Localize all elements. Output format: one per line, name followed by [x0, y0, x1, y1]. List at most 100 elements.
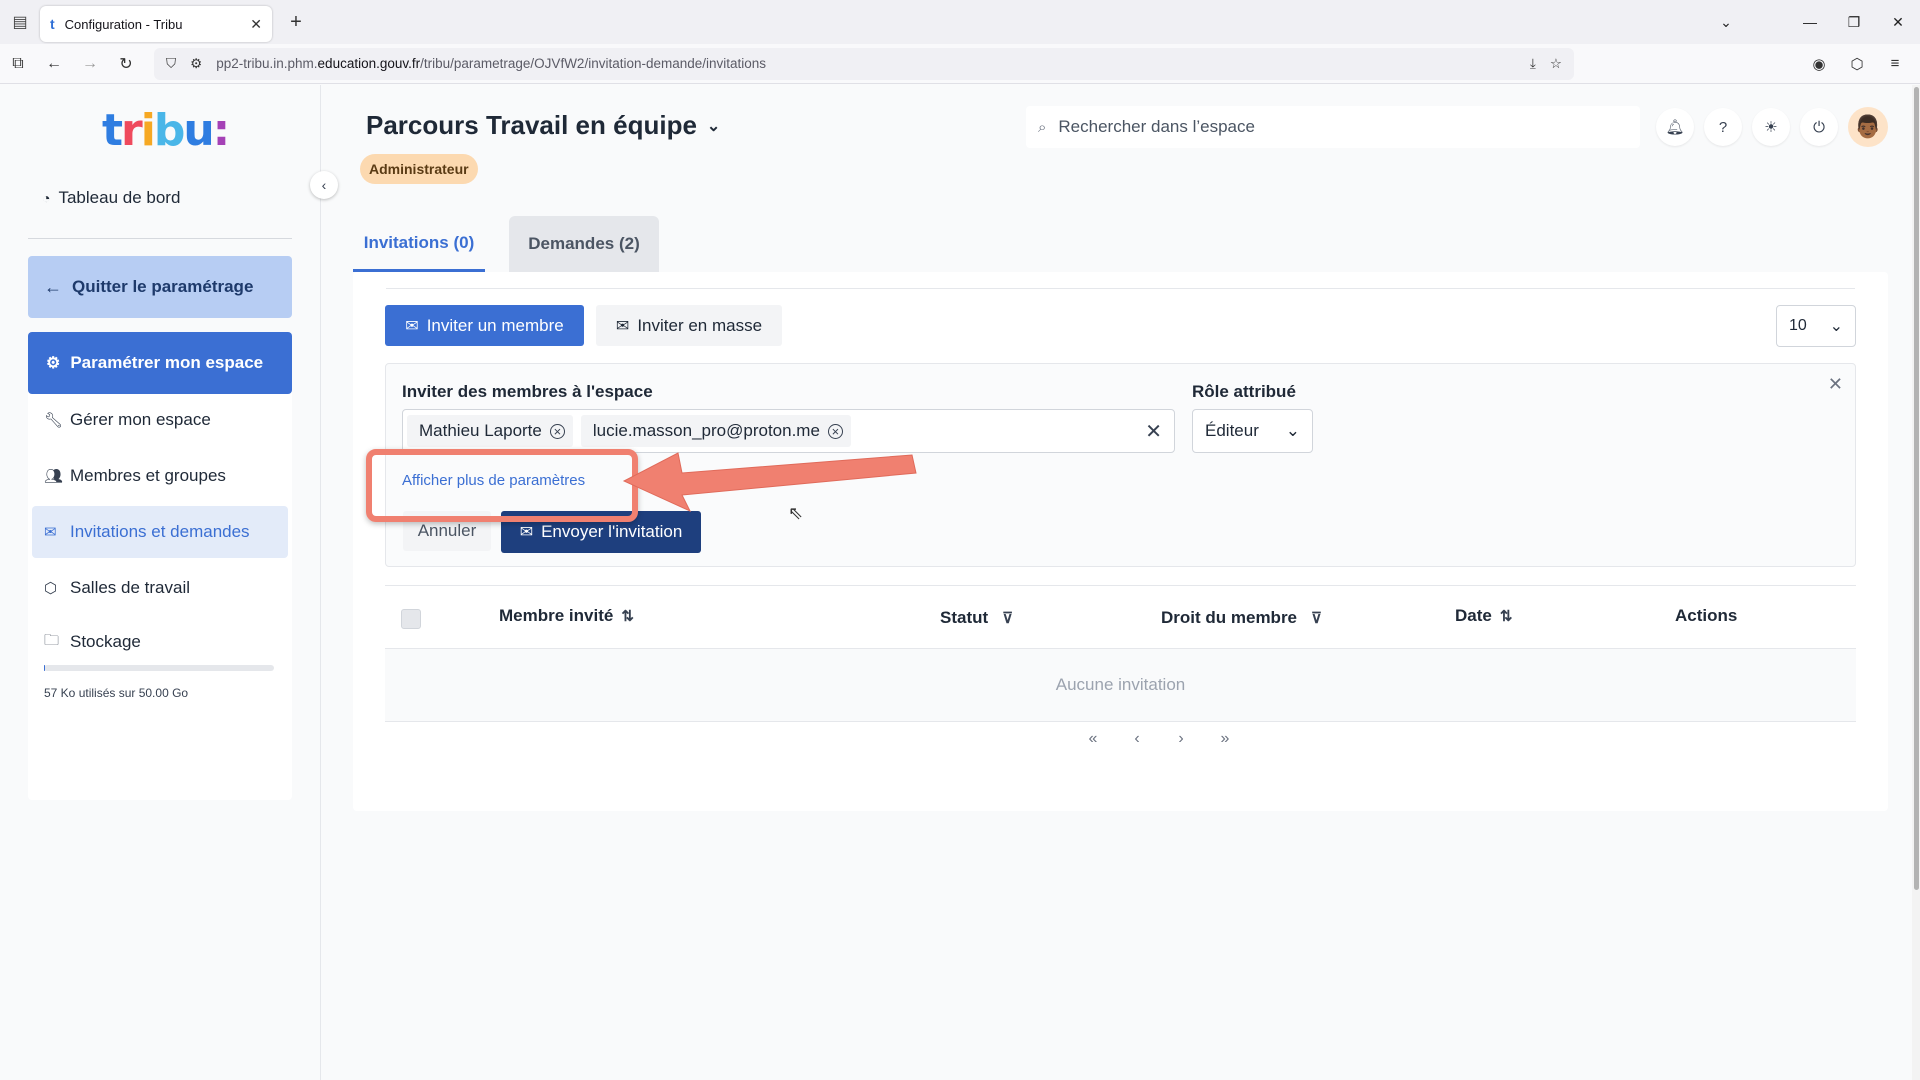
configure-space-button[interactable]: ⚙ Paramétrer mon espace [28, 332, 292, 394]
role-badge: Administrateur [360, 154, 478, 184]
close-window-icon[interactable]: ✕ [1876, 14, 1920, 31]
select-all-checkbox[interactable] [401, 609, 421, 629]
gear-icon: ⚙ [46, 355, 61, 372]
sidebar-item-members[interactable]: 👥︎ Membres et groupes [32, 450, 288, 502]
gauge-icon: ◔ [42, 190, 51, 206]
folder-icon: 🗀 [44, 631, 60, 649]
column-date[interactable]: Date ⇅ [1455, 606, 1512, 626]
clear-icon[interactable]: ✕ [1145, 419, 1162, 444]
remove-chip-icon[interactable]: × [827, 423, 843, 439]
sort-icon[interactable]: ⇅ [621, 607, 634, 625]
invite-member-button[interactable]: ✉ Inviter un membre [385, 305, 584, 346]
column-actions: Actions [1675, 606, 1737, 626]
theme-toggle-button[interactable]: ☀ [1752, 108, 1790, 146]
avatar[interactable]: 👨🏾 [1848, 107, 1888, 147]
quit-settings-button[interactable]: ← Quitter le paramétrage [28, 256, 292, 318]
wrench-icon: 🔧︎ [44, 412, 64, 429]
storage-usage-text: 57 Ko utilisés sur 50.00 Go [44, 686, 189, 700]
role-value: Éditeur [1205, 421, 1259, 440]
members-field-label: Inviter des membres à l'espace [402, 382, 653, 401]
tab-overflow-icon[interactable]: ⌄ [1704, 14, 1748, 31]
sidebar-item-manage-space[interactable]: 🔧︎ Gérer mon espace [32, 394, 288, 446]
column-label: Date [1455, 606, 1492, 625]
filter-icon[interactable]: ⊽ [1311, 609, 1322, 627]
search-input[interactable]: ⌕ Rechercher dans l’espace [1026, 106, 1640, 148]
next-page-icon[interactable]: › [1159, 730, 1203, 748]
bookmark-star-icon[interactable]: ☆ [1550, 56, 1562, 72]
new-tab-icon[interactable]: + [278, 11, 314, 34]
save-page-icon[interactable]: ⤓ [1530, 56, 1536, 72]
column-label: Membre invité [499, 606, 614, 625]
member-chip: lucie.masson_pro@proton.me × [580, 415, 851, 447]
storage-progress [44, 665, 274, 671]
back-icon[interactable]: ← [36, 55, 72, 73]
divider [386, 288, 1855, 289]
first-page-icon[interactable]: « [1071, 730, 1115, 748]
box-icon: ⬡ [44, 580, 58, 597]
column-member[interactable]: Membre invité ⇅ [499, 606, 634, 626]
sidebar-item-dashboard[interactable]: ◔ Tableau de bord [42, 188, 180, 208]
prev-page-icon[interactable]: ‹ [1115, 730, 1159, 748]
tribu-logo[interactable]: tribu: [102, 105, 230, 156]
collapse-sidebar-button[interactable]: ‹ [310, 171, 338, 199]
window-controls: ⌄ — ❐ ✕ [1704, 0, 1920, 44]
invite-mass-button[interactable]: ✉ Inviter en masse [596, 305, 782, 346]
site-info-icon[interactable]: ⚙ [190, 56, 202, 72]
help-button[interactable]: ? [1704, 108, 1742, 146]
per-page-select[interactable]: 10 ⌄ [1776, 305, 1856, 347]
menu-icon[interactable]: ≡ [1876, 55, 1914, 73]
help-icon: ? [1718, 118, 1728, 136]
filter-icon[interactable]: ⊽ [1002, 609, 1013, 627]
chevron-down-icon: ⌄ [1829, 318, 1843, 335]
column-label: Droit du membre [1161, 608, 1298, 627]
arrow-left-icon: ← [44, 276, 62, 297]
notifications-button[interactable]: 🔔︎ [1656, 108, 1694, 146]
users-icon: 👥︎ [44, 468, 64, 485]
configure-space-label: Paramétrer mon espace [70, 353, 264, 372]
column-label: Statut [940, 608, 989, 627]
shield-icon[interactable]: ⛉ [166, 56, 176, 72]
tribu-favicon-icon: t [50, 16, 55, 32]
address-bar[interactable]: ⛉ ⚙ pp2-tribu.in.phm.education.gouv.fr/t… [154, 47, 1574, 80]
sort-icon[interactable]: ⇅ [1500, 607, 1513, 625]
send-invitation-label: Envoyer l'invitation [541, 522, 683, 541]
minimize-icon[interactable]: — [1788, 14, 1832, 30]
invitations-table: Membre invité ⇅ Statut ⊽ Droit du membre… [385, 585, 1856, 747]
account-icon[interactable]: ◉ [1800, 55, 1838, 73]
annotation-arrow [622, 452, 917, 513]
tab-list-icon[interactable]: ▤ [0, 0, 40, 44]
tab-invitations[interactable]: Invitations (0) [353, 216, 485, 272]
mouse-cursor-icon: ⇖ [788, 503, 804, 523]
url-text[interactable]: pp2-tribu.in.phm.education.gouv.fr/tribu… [216, 56, 1516, 71]
empty-state-row: Aucune invitation [385, 649, 1856, 722]
mail-icon: ✉ [405, 317, 419, 335]
sidebar-toggle-icon[interactable]: ⧉ [0, 55, 36, 73]
restore-icon[interactable]: ❐ [1832, 14, 1876, 31]
role-select[interactable]: Éditeur ⌄ [1192, 409, 1313, 453]
user-avatar-icon: 👨🏾 [1854, 114, 1882, 139]
remove-chip-icon[interactable]: × [549, 423, 565, 439]
scrollbar-thumb[interactable] [1914, 87, 1919, 890]
sidebar-item-invitations[interactable]: ✉ Invitations et demandes [32, 506, 288, 558]
quit-settings-label: Quitter le paramétrage [72, 277, 254, 296]
search-placeholder: Rechercher dans l’espace [1058, 117, 1255, 136]
close-tab-icon[interactable]: ✕ [250, 16, 262, 33]
space-title-text: Parcours Travail en équipe [366, 110, 697, 140]
role-field-label: Rôle attribué [1192, 382, 1296, 401]
mail-icon: ✉ [519, 524, 534, 541]
chevron-down-icon: ⌄ [706, 117, 721, 135]
tab-requests[interactable]: Demandes (2) [509, 216, 659, 272]
reload-icon[interactable]: ↻ [108, 54, 144, 74]
extensions-icon[interactable]: ⬡ [1838, 55, 1876, 73]
invitations-panel: ✉ Inviter un membre ✉ Inviter en masse 1… [353, 272, 1888, 811]
logout-button[interactable]: ⏻ [1800, 108, 1838, 146]
close-icon[interactable]: ✕ [1828, 374, 1843, 395]
sidebar-item-workrooms[interactable]: ⬡ Salles de travail [32, 562, 288, 614]
last-page-icon[interactable]: » [1203, 730, 1247, 748]
forward-icon[interactable]: → [72, 55, 108, 73]
sidebar-item-storage[interactable]: 🗀 Stockage [32, 616, 288, 668]
browser-tab[interactable]: t Configuration - Tribu ✕ [40, 6, 272, 42]
power-icon: ⏻ [1813, 118, 1825, 136]
column-status: Statut ⊽ [940, 608, 1013, 628]
space-title[interactable]: Parcours Travail en équipe ⌄ [366, 110, 720, 141]
